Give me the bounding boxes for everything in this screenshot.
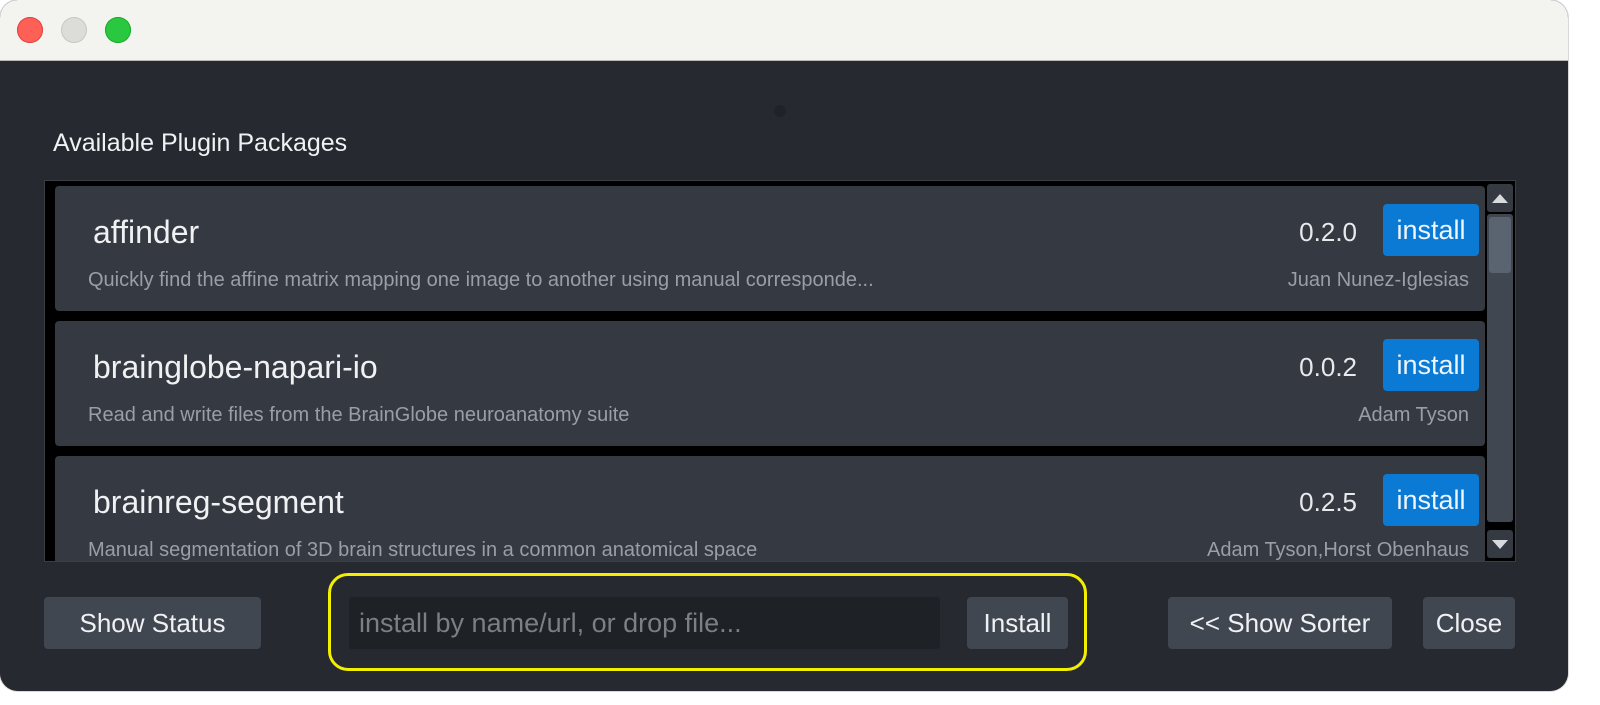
show-sorter-button[interactable]: << Show Sorter [1168,597,1392,649]
plugin-manager-window: Available Plugin Packages affinder Quick… [0,0,1568,691]
scroll-up-button[interactable] [1487,184,1513,212]
plugin-version: 0.2.5 [1299,487,1357,517]
plugin-author: Adam Tyson [1358,404,1469,426]
plugin-list-item: brainreg-segment Manual segmentation of … [55,456,1485,561]
dialog-body: Available Plugin Packages affinder Quick… [0,61,1568,691]
scrollbar-track[interactable] [1487,214,1513,522]
plugin-author: Juan Nunez-Iglesias [1287,269,1469,291]
plugin-list-item: brainglobe-napari-io Read and write file… [55,321,1485,446]
close-button[interactable]: Close [1423,597,1515,649]
plugin-version: 0.0.2 [1299,352,1357,382]
scrollbar-thumb[interactable] [1489,217,1511,273]
install-button[interactable]: Install [967,597,1068,649]
plugin-list-item: affinder Quickly find the affine matrix … [55,186,1485,311]
minimize-window-icon[interactable] [61,17,87,43]
plugin-description: Manual segmentation of 3D brain structur… [88,539,758,561]
drag-handle-dot [774,105,786,117]
plugin-description: Quickly find the affine matrix mapping o… [88,269,874,291]
show-status-button[interactable]: Show Status [44,597,261,649]
plugin-name: affinder [93,214,200,250]
plugin-list: affinder Quickly find the affine matrix … [44,180,1516,562]
install-plugin-button[interactable]: install [1383,474,1479,526]
install-plugin-button[interactable]: install [1383,339,1479,391]
close-window-icon[interactable] [17,17,43,43]
plugin-author: Adam Tyson,Horst Obenhaus [1207,539,1469,561]
list-scrollbar[interactable] [1485,181,1515,561]
scroll-down-button[interactable] [1487,530,1513,558]
section-title: Available Plugin Packages [53,129,348,157]
plugin-version: 0.2.0 [1299,217,1357,247]
title-bar [0,0,1568,61]
plugin-description: Read and write files from the BrainGlobe… [88,404,630,426]
arrow-down-icon [1492,539,1508,549]
plugin-name: brainreg-segment [93,484,344,520]
plugin-name: brainglobe-napari-io [93,349,378,385]
maximize-window-icon[interactable] [105,17,131,43]
arrow-up-icon [1492,193,1508,203]
install-by-name-input[interactable] [349,597,940,649]
install-plugin-button[interactable]: install [1383,204,1479,256]
